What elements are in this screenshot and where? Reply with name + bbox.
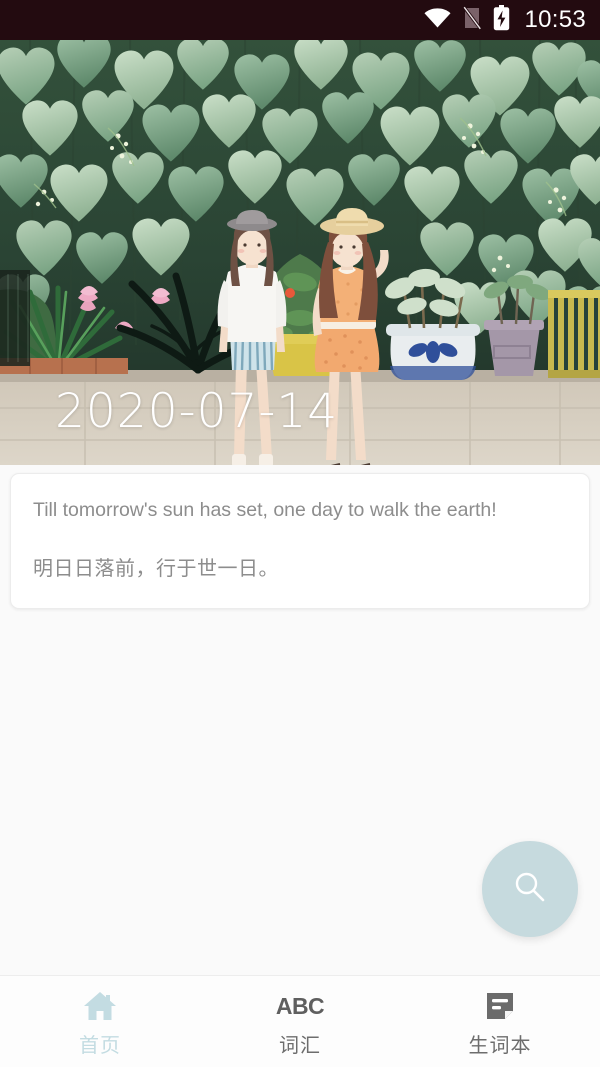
hero-illustration: 2020-07-14 (0, 40, 600, 465)
app-root: 10:53 2020-07-14 Till tomorrow's sun has… (0, 0, 600, 1067)
daily-quote-card[interactable]: Till tomorrow's sun has set, one day to … (10, 473, 590, 609)
bottom-navigation: 首页 ABC 词汇 生词本 (0, 975, 600, 1067)
nav-item-vocabulary[interactable]: ABC 词汇 (200, 976, 400, 1067)
status-bar-clock: 10:53 (524, 6, 586, 33)
hero-date-overlay: 2020-07-14 (55, 384, 339, 439)
nav-label-home: 首页 (79, 1032, 121, 1057)
quote-chinese: 明日日落前，行于世一日。 (33, 556, 279, 580)
note-icon (484, 990, 516, 1022)
nav-label-wordbook: 生词本 (468, 1032, 532, 1057)
no-sim-icon (462, 5, 483, 35)
nav-item-wordbook[interactable]: 生词本 (400, 976, 600, 1067)
battery-charging-icon (493, 4, 510, 36)
quote-english: Till tomorrow's sun has set, one day to … (33, 499, 497, 521)
home-icon (83, 990, 117, 1022)
abc-icon: ABC (275, 992, 325, 1019)
wifi-icon (424, 7, 451, 33)
nav-label-vocabulary: 词汇 (279, 1032, 321, 1057)
status-bar: 10:53 (0, 0, 600, 40)
main-content: Till tomorrow's sun has set, one day to … (0, 465, 600, 975)
search-icon (509, 866, 551, 913)
search-fab-button[interactable] (482, 841, 578, 937)
nav-item-home[interactable]: 首页 (0, 976, 200, 1067)
